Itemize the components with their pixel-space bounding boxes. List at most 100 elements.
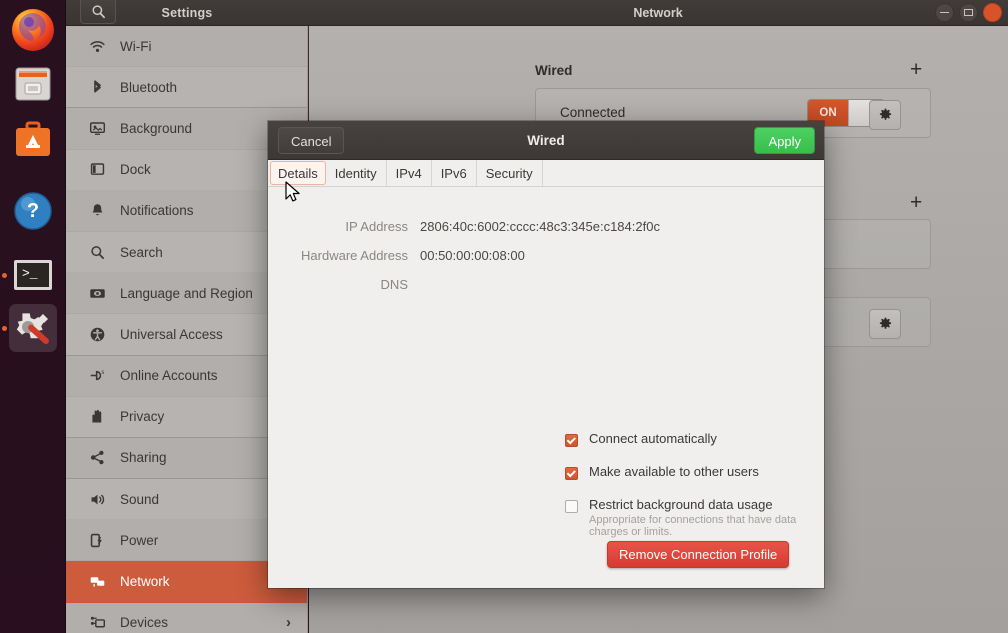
sound-icon — [88, 490, 106, 508]
sidebar-item-devices[interactable]: Devices › — [66, 602, 307, 633]
network-icon — [88, 573, 106, 591]
sidebar-item-label: Privacy — [120, 409, 165, 425]
running-indicator-terminal — [2, 273, 7, 278]
language-icon — [89, 288, 105, 298]
sidebar-item-wi-fi[interactable]: Wi-Fi — [66, 26, 307, 68]
field-label: IP Address — [345, 219, 408, 234]
dock-icon — [88, 161, 106, 179]
svg-text:>_: >_ — [22, 266, 38, 281]
privacy-icon — [91, 410, 101, 423]
bell-icon — [91, 204, 103, 216]
dialog-title: Wired — [527, 133, 565, 148]
wifi-icon — [88, 37, 106, 55]
connected-label: Connected — [560, 105, 626, 120]
window-controls — [935, 3, 1002, 22]
checkbox-text-group: Connect automatically — [589, 431, 717, 446]
checkbox-label: Connect automatically — [589, 431, 717, 446]
files-icon — [15, 67, 51, 101]
search-icon — [88, 243, 106, 261]
sidebar-item-label: Dock — [120, 162, 151, 178]
settings-title: Settings — [161, 6, 213, 20]
bluetooth-icon — [93, 80, 101, 93]
dock-item-terminal[interactable]: >_ — [9, 251, 57, 299]
online-accounts-icon: s — [88, 367, 106, 385]
checkbox-row-make-available-to-other-users[interactable]: Make available to other users — [565, 464, 824, 480]
running-indicator-settings — [2, 326, 7, 331]
apply-button[interactable]: Apply — [754, 127, 815, 154]
checkbox-label: Restrict background data usage — [589, 497, 773, 512]
sidebar-item-bluetooth[interactable]: Bluetooth — [66, 67, 307, 109]
checkbox[interactable] — [565, 500, 578, 513]
field-value: 00:50:00:00:08:00 — [420, 248, 525, 263]
window-titlebar[interactable]: Settings Network — [66, 0, 1008, 26]
dock-item-firefox[interactable] — [9, 6, 57, 54]
tab-security[interactable]: Security — [477, 160, 543, 186]
language-icon — [88, 284, 106, 302]
terminal-icon: >_ — [14, 260, 52, 290]
wired-settings-button[interactable] — [869, 100, 901, 130]
dock-item-files[interactable] — [9, 60, 57, 108]
chevron-right-icon: › — [286, 614, 291, 632]
devices-icon — [90, 616, 105, 628]
field-label: Hardware Address — [301, 248, 408, 263]
devices-icon — [88, 614, 106, 632]
field-row-hardware-address: Hardware Address 00:50:00:00:08:00 — [268, 241, 824, 270]
tab-identity[interactable]: Identity — [326, 160, 387, 186]
privacy-icon — [88, 408, 106, 426]
page-title: Network — [633, 6, 683, 20]
close-button[interactable] — [983, 3, 1002, 22]
bluetooth-icon — [88, 78, 106, 96]
add-connection-button-2[interactable]: + — [910, 192, 922, 213]
search-icon — [90, 245, 104, 259]
wifi-icon — [89, 40, 105, 52]
minimize-button[interactable] — [935, 3, 954, 22]
dock-item-software[interactable] — [9, 116, 57, 164]
sidebar-item-label: Network — [120, 574, 170, 590]
sound-icon — [91, 494, 104, 505]
sidebar-item-label: Power — [120, 532, 159, 548]
sidebar-item-label: Online Accounts — [120, 368, 218, 384]
checkbox[interactable] — [565, 434, 578, 447]
background-icon — [89, 122, 105, 135]
gear-icon — [879, 108, 891, 120]
maximize-button[interactable] — [959, 3, 978, 22]
sidebar-item-label: Notifications — [120, 203, 194, 219]
bell-icon — [88, 202, 106, 220]
screen: Settings Network Wi-Fi Bluetooth Backgroun… — [0, 0, 1008, 633]
mouse-cursor — [285, 181, 300, 202]
checkbox-row-restrict-background-data-usage[interactable]: Restrict background data usage Appropriat… — [565, 497, 824, 538]
sidebar-item-label: Background — [120, 120, 193, 136]
field-row-ip-address: IP Address 2806:40c:6002:cccc:48c3:345e:c… — [268, 212, 824, 241]
sidebar-item-label: Devices — [120, 615, 169, 631]
dock-item-settings[interactable] — [9, 304, 57, 352]
secondary-settings-button[interactable] — [869, 309, 901, 339]
tab-ipv6[interactable]: IPv6 — [432, 160, 477, 186]
dialog-tabbar: Details Identity IPv4 IPv6 Security — [268, 160, 824, 187]
gear-icon — [879, 317, 891, 329]
checkbox-label: Make available to other users — [589, 464, 759, 479]
checkbox-text-group: Make available to other users — [589, 464, 759, 479]
add-wired-button[interactable]: + — [910, 59, 922, 80]
help-icon: ? — [14, 192, 52, 230]
sidebar-item-label: Bluetooth — [120, 79, 178, 95]
checkbox-sublabel: Appropriate for connections that have da… — [589, 514, 797, 538]
universal-access-icon — [90, 327, 104, 342]
checkbox-row-connect-automatically[interactable]: Connect automatically — [565, 431, 824, 447]
universal-access-icon — [88, 325, 106, 343]
power-icon — [90, 533, 102, 548]
software-icon — [16, 121, 50, 156]
remove-connection-profile-button[interactable]: Remove Connection Profile — [607, 541, 790, 568]
options-checkbox-group: Connect automatically Make available to o… — [565, 431, 824, 555]
sidebar-item-label: Sound — [120, 491, 160, 507]
sidebar-item-label: Language and Region — [120, 285, 253, 301]
dock-item-help[interactable]: ? — [9, 187, 57, 235]
field-value: 2806:40c:6002:cccc:48c3:345e:c184:2f0c — [420, 219, 660, 234]
sidebar-item-label: Universal Access — [120, 326, 223, 342]
wired-settings-dialog: Cancel Wired Apply Details Identity IPv4 IP… — [268, 121, 824, 588]
checkbox-text-group: Restrict background data usage Appropriat… — [589, 497, 824, 538]
dialog-header: Cancel Wired Apply — [268, 121, 824, 160]
checkbox[interactable] — [565, 467, 578, 480]
sharing-icon — [88, 449, 106, 467]
tab-ipv4[interactable]: IPv4 — [387, 160, 432, 186]
sidebar-item-label: Sharing — [120, 450, 167, 466]
